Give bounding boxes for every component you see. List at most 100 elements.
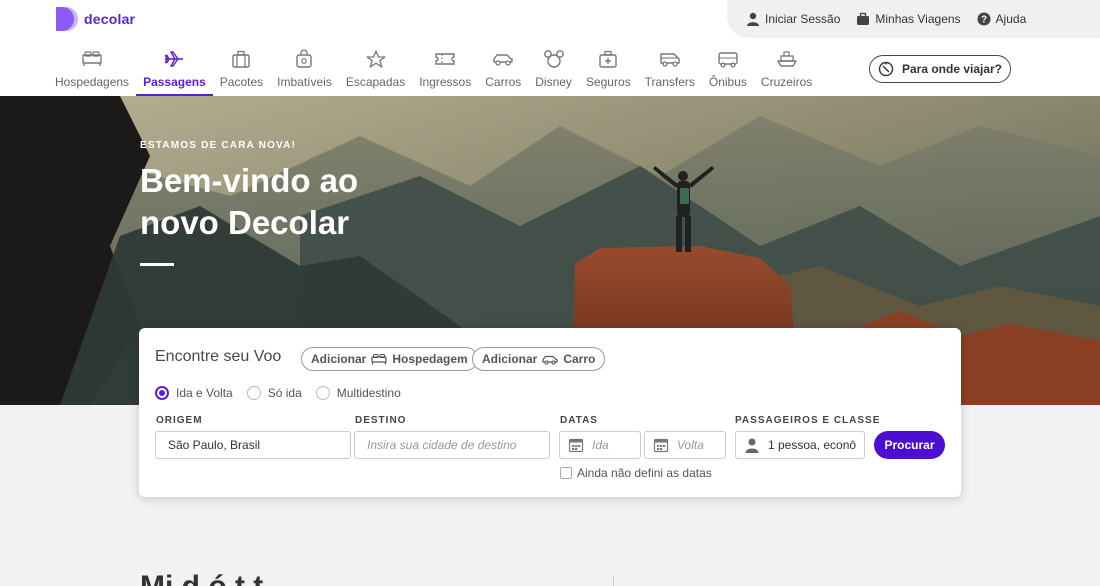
return-date-placeholder: Volta: [677, 438, 704, 452]
logo-text: decolar: [84, 11, 136, 27]
plane-icon: [165, 51, 184, 67]
nav-label: Ônibus: [708, 75, 747, 89]
return-date-field[interactable]: Volta: [644, 431, 726, 459]
ship-icon: [776, 51, 797, 67]
origin-field[interactable]: [155, 431, 351, 459]
nav-label: Passagens: [143, 75, 206, 89]
my-trips-link[interactable]: Minhas Viagens: [856, 12, 961, 26]
ticket-icon: [435, 53, 455, 65]
hero-eyebrow: ESTAMOS DE CARA NOVA!: [140, 140, 297, 151]
radio-indicator: [155, 386, 169, 400]
add-lodging-prefix: Adicionar: [311, 352, 367, 366]
nav-label: Imbatíveis: [277, 75, 332, 89]
passengers-label: PASSAGEIROS E CLASSE: [735, 415, 881, 426]
my-trips-label: Minhas Viagens: [875, 12, 961, 26]
radio-label: Só ida: [267, 386, 302, 400]
nav-item-transfers[interactable]: Transfers: [638, 46, 702, 96]
add-car-label: Carro: [563, 352, 596, 366]
nav-label: Carros: [485, 75, 522, 89]
nav-label: Pacotes: [219, 75, 264, 89]
dates-label: DATAS: [560, 415, 598, 426]
nav-item-pacotes[interactable]: Pacotes: [213, 46, 270, 96]
bed-icon: [371, 354, 387, 365]
login-link[interactable]: Iniciar Sessão: [746, 12, 840, 26]
product-nav: Hospedagens Passagens Pacotes Imbatíveis…: [48, 46, 819, 96]
nav-item-escapadas[interactable]: Escapadas: [339, 46, 412, 96]
login-label: Iniciar Sessão: [765, 12, 841, 26]
nav-label: Ingressos: [419, 75, 472, 89]
medkit-icon: [599, 50, 617, 68]
nav-label: Disney: [535, 75, 572, 89]
user-icon: [745, 438, 759, 453]
no-dates-label: Ainda não defini as datas: [577, 466, 712, 480]
nav-item-disney[interactable]: Disney: [528, 46, 579, 96]
nav-label: Cruzeiros: [760, 75, 813, 89]
add-car-button[interactable]: Adicionar Carro: [472, 347, 606, 371]
radio-one-way[interactable]: Só ida: [246, 386, 302, 400]
add-car-prefix: Adicionar: [482, 352, 538, 366]
destination-field[interactable]: [354, 431, 550, 459]
nav-label: Escapadas: [345, 75, 406, 89]
departure-date-placeholder: Ida: [592, 438, 609, 452]
nav-item-passagens[interactable]: Passagens: [136, 46, 213, 96]
mickey-icon: [543, 50, 564, 68]
radio-multi-destination[interactable]: Multidestino: [315, 386, 401, 400]
nav-item-hospedagens[interactable]: Hospedagens: [48, 46, 136, 96]
suitcase-icon: [857, 12, 870, 25]
nav-item-seguros[interactable]: Seguros: [579, 46, 638, 96]
destination-input[interactable]: [367, 438, 549, 452]
passengers-field[interactable]: 1 pessoa, econô: [735, 431, 865, 459]
bed-icon: [82, 51, 102, 66]
nav-label: Hospedagens: [55, 75, 130, 89]
radio-label: Ida e Volta: [176, 386, 233, 400]
user-icon: [747, 12, 759, 26]
logo-mark-icon: [56, 7, 78, 31]
no-dates-checkbox[interactable]: Ainda não defini as datas: [560, 466, 712, 480]
nav-item-carros[interactable]: Carros: [478, 46, 528, 96]
section-divider: [613, 576, 614, 586]
help-link[interactable]: ? Ajuda: [977, 12, 1027, 26]
nav-item-ingressos[interactable]: Ingressos: [412, 46, 478, 96]
radio-round-trip[interactable]: Ida e Volta: [155, 386, 233, 400]
where-to-travel-label: Para onde viajar?: [901, 62, 1003, 76]
search-title: Encontre seu Voo: [155, 348, 282, 365]
passengers-value: 1 pessoa, econô: [768, 438, 857, 452]
nav-label: Seguros: [585, 75, 631, 89]
site-header: decolar Iniciar Sessão Minhas Viagens ? …: [0, 0, 1100, 96]
destination-label: DESTINO: [355, 415, 407, 426]
trip-type-group: Ida e Volta Só ida Multidestino: [155, 386, 401, 400]
radio-label: Multidestino: [336, 386, 401, 400]
svg-text:?: ?: [980, 15, 986, 26]
add-lodging-button[interactable]: Adicionar Hospedagem: [301, 347, 478, 371]
radio-indicator: [315, 386, 330, 400]
car-icon: [493, 54, 513, 66]
hero-underline: [140, 263, 174, 266]
hero-title: Bem-vindo ao novo Decolar: [140, 162, 359, 241]
logo[interactable]: decolar: [56, 7, 135, 31]
nav-item-cruzeiros[interactable]: Cruzeiros: [754, 46, 819, 96]
add-lodging-label: Hospedagem: [392, 352, 468, 366]
nav-label: Transfers: [644, 75, 695, 89]
checkbox-indicator: [560, 467, 572, 479]
van-icon: [660, 53, 680, 67]
origin-input[interactable]: [168, 438, 350, 452]
car-icon: [542, 355, 558, 365]
bus-icon: [718, 52, 738, 68]
tag-bag-icon: [296, 49, 313, 68]
departure-date-field[interactable]: Ida: [559, 431, 641, 459]
calendar-icon: [653, 438, 669, 453]
nav-item-imbativeis[interactable]: Imbatíveis: [270, 46, 339, 96]
calendar-icon: [568, 438, 584, 453]
topbar: Iniciar Sessão Minhas Viagens ? Ajuda: [727, 0, 1100, 38]
flight-search-card: Encontre seu Voo Adicionar Hospedagem Ad…: [139, 328, 961, 497]
help-label: Ajuda: [995, 12, 1027, 26]
star-icon: [365, 50, 386, 68]
suitcase-icon: [232, 50, 251, 68]
page: decolar Iniciar Sessão Minhas Viagens ? …: [0, 0, 1100, 586]
radio-indicator: [246, 386, 261, 400]
compass-icon: [878, 61, 894, 77]
nav-item-onibus[interactable]: Ônibus: [702, 46, 754, 96]
where-to-travel-button[interactable]: Para onde viajar?: [869, 55, 1011, 83]
origin-label: ORIGEM: [156, 415, 203, 426]
search-button[interactable]: Procurar: [874, 431, 945, 459]
